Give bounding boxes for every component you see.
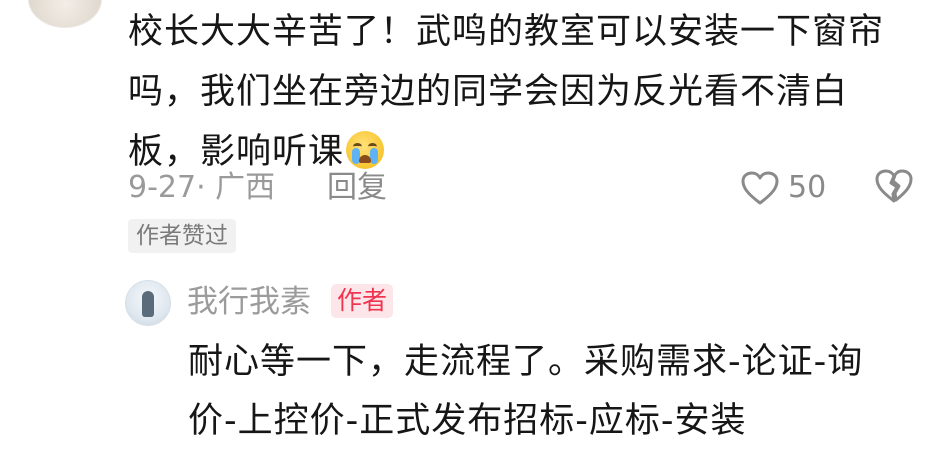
comment-line-text: 板，影响听课 [128, 132, 345, 172]
heart-outline-icon [741, 171, 779, 205]
like-button[interactable]: 50 [740, 168, 826, 208]
comment-line: 校长大大辛苦了！武鸣的教室可以安装一下窗帘 [128, 12, 885, 52]
reply-avatar[interactable] [125, 280, 171, 326]
comment-date-location: 9-27· 广西 [128, 170, 276, 205]
comment-meta-row: 9-27· 广西 回复 50 [128, 168, 918, 208]
crying-face-emoji-icon [346, 131, 385, 169]
reply-username[interactable]: 我行我素 [187, 282, 311, 322]
dislike-button[interactable] [874, 168, 914, 215]
author-liked-badge: 作者赞过 [128, 219, 236, 253]
reply-line: 耐心等一下，走流程了。采购需求-论证-询 [188, 342, 864, 382]
reply-line: 价-上控价-正式发布招标-应标-安装 [188, 401, 747, 441]
reply-button[interactable]: 回复 [327, 168, 387, 208]
reply-body: 耐心等一下，走流程了。采购需求-论证-询 价-上控价-正式发布招标-应标-安装 [188, 333, 928, 451]
author-badge: 作者 [331, 284, 394, 318]
commenter-avatar[interactable] [28, 0, 102, 28]
comment-line: 吗，我们坐在旁边的同学会因为反光看不清白 [128, 72, 849, 112]
comment-body: 校长大大辛苦了！武鸣的教室可以安装一下窗帘 吗，我们坐在旁边的同学会因为反光看不… [128, 2, 918, 182]
like-count: 50 [788, 170, 827, 205]
broken-heart-icon [875, 169, 913, 203]
